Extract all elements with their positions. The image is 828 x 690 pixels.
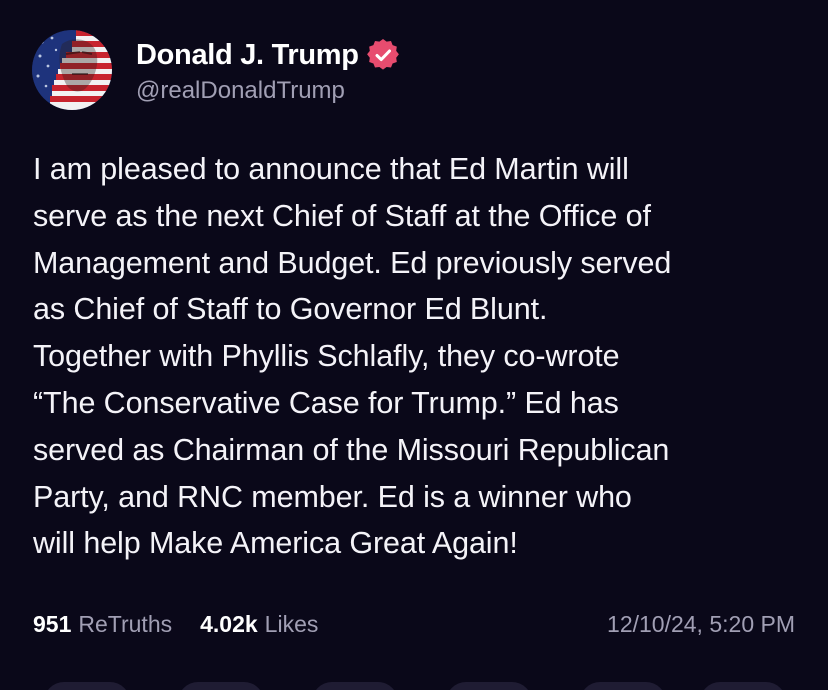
like-button[interactable]	[312, 682, 398, 690]
author-info: Donald J. Trump @realDonaldTrump	[136, 35, 399, 105]
retruths-label: ReTruths	[78, 611, 173, 637]
post-body-text: I am pleased to announce that Ed Martin …	[33, 152, 672, 561]
post-card: Donald J. Trump @realDonaldTrump I am pl…	[0, 0, 828, 690]
retruth-button[interactable]	[178, 682, 264, 690]
verified-badge-icon	[366, 39, 399, 71]
avatar[interactable]	[32, 30, 112, 110]
retruths-count: 951	[33, 611, 72, 637]
user-avatar-icon	[32, 30, 112, 110]
likes-count: 4.02k	[200, 611, 258, 637]
likes-label: Likes	[264, 611, 319, 637]
author-handle[interactable]: @realDonaldTrump	[136, 77, 399, 105]
likes-stat[interactable]: 4.02k Likes	[200, 611, 318, 638]
reply-button[interactable]	[44, 682, 130, 690]
post-stats: 951 ReTruths 4.02k Likes	[33, 611, 346, 638]
more-button[interactable]	[700, 682, 786, 690]
share-button[interactable]	[580, 682, 666, 690]
retruths-stat[interactable]: 951 ReTruths	[33, 611, 172, 638]
name-row: Donald J. Trump	[136, 35, 399, 75]
bookmark-button[interactable]	[446, 682, 532, 690]
post-timestamp[interactable]: 12/10/24, 5:20 PM	[607, 611, 795, 638]
post-header: Donald J. Trump @realDonaldTrump	[32, 30, 399, 110]
author-display-name[interactable]: Donald J. Trump	[136, 39, 359, 72]
action-bar	[0, 676, 828, 690]
